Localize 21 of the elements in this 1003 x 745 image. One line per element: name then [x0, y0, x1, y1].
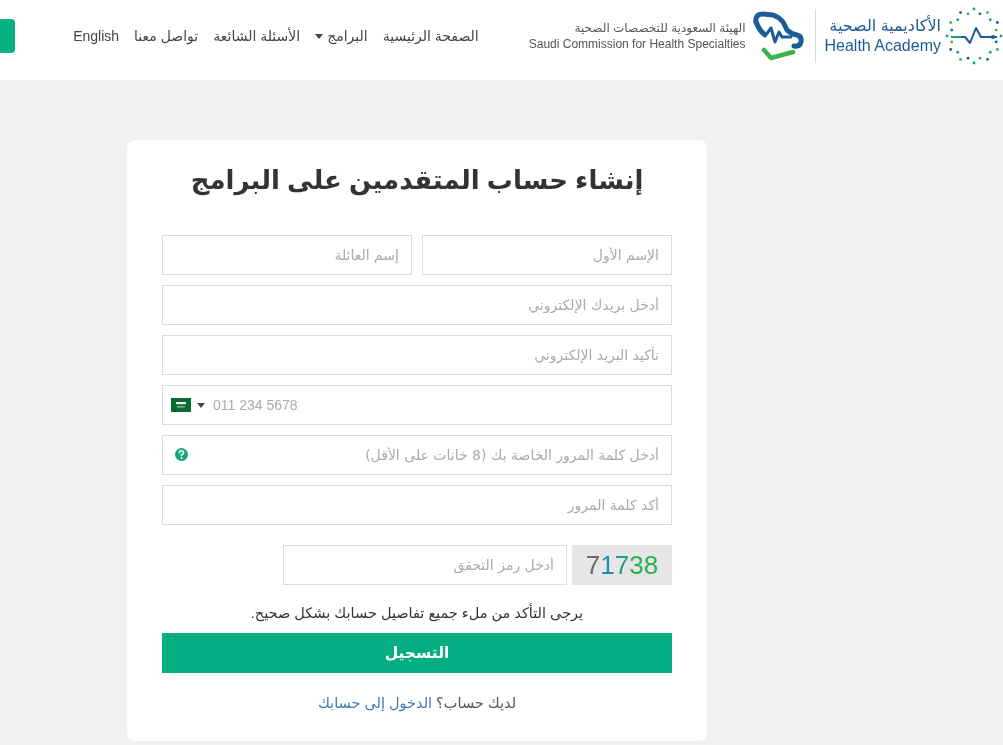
nav-link[interactable]: English	[73, 25, 120, 47]
flag-icon[interactable]	[171, 398, 191, 412]
login-prompt: لديك حساب؟ الدخول إلى حسابك	[316, 694, 518, 714]
brand-name: Health Academy	[824, 36, 941, 56]
commission-name: الهيئة السعودية للتخصصات الصحية	[573, 20, 746, 36]
dotted-ring-logo	[945, 7, 1003, 65]
caret-icon	[197, 403, 205, 408]
nav-link[interactable]: الأسئلة الشائعة	[213, 25, 301, 47]
help-icon[interactable]	[175, 448, 188, 461]
captcha-code: 71738	[585, 548, 659, 582]
login-link[interactable]: الدخول إلى حسابك	[317, 695, 433, 711]
input-field[interactable]: الإسم الأول	[422, 235, 672, 275]
notice-text: يرجى التأكد من ملء جميع تفاصيل حسابك بشكل صحيح.	[249, 602, 585, 624]
input-field[interactable]: إسم العائلة	[162, 235, 412, 275]
form-title: إنشاء حساب المتقدمين على البرامج	[189, 164, 645, 198]
commission-name: Saudi Commission for Health Specialties	[528, 36, 746, 52]
nav-link[interactable]: الصفحة الرئيسية	[382, 25, 479, 47]
nav-link[interactable]: البرامج	[315, 25, 368, 47]
phone-field[interactable]: 011 234 5678	[162, 385, 672, 425]
nav-link[interactable]: تواصل معنا	[134, 25, 199, 47]
brand-name: الأكاديمية الصحية	[828, 16, 941, 36]
